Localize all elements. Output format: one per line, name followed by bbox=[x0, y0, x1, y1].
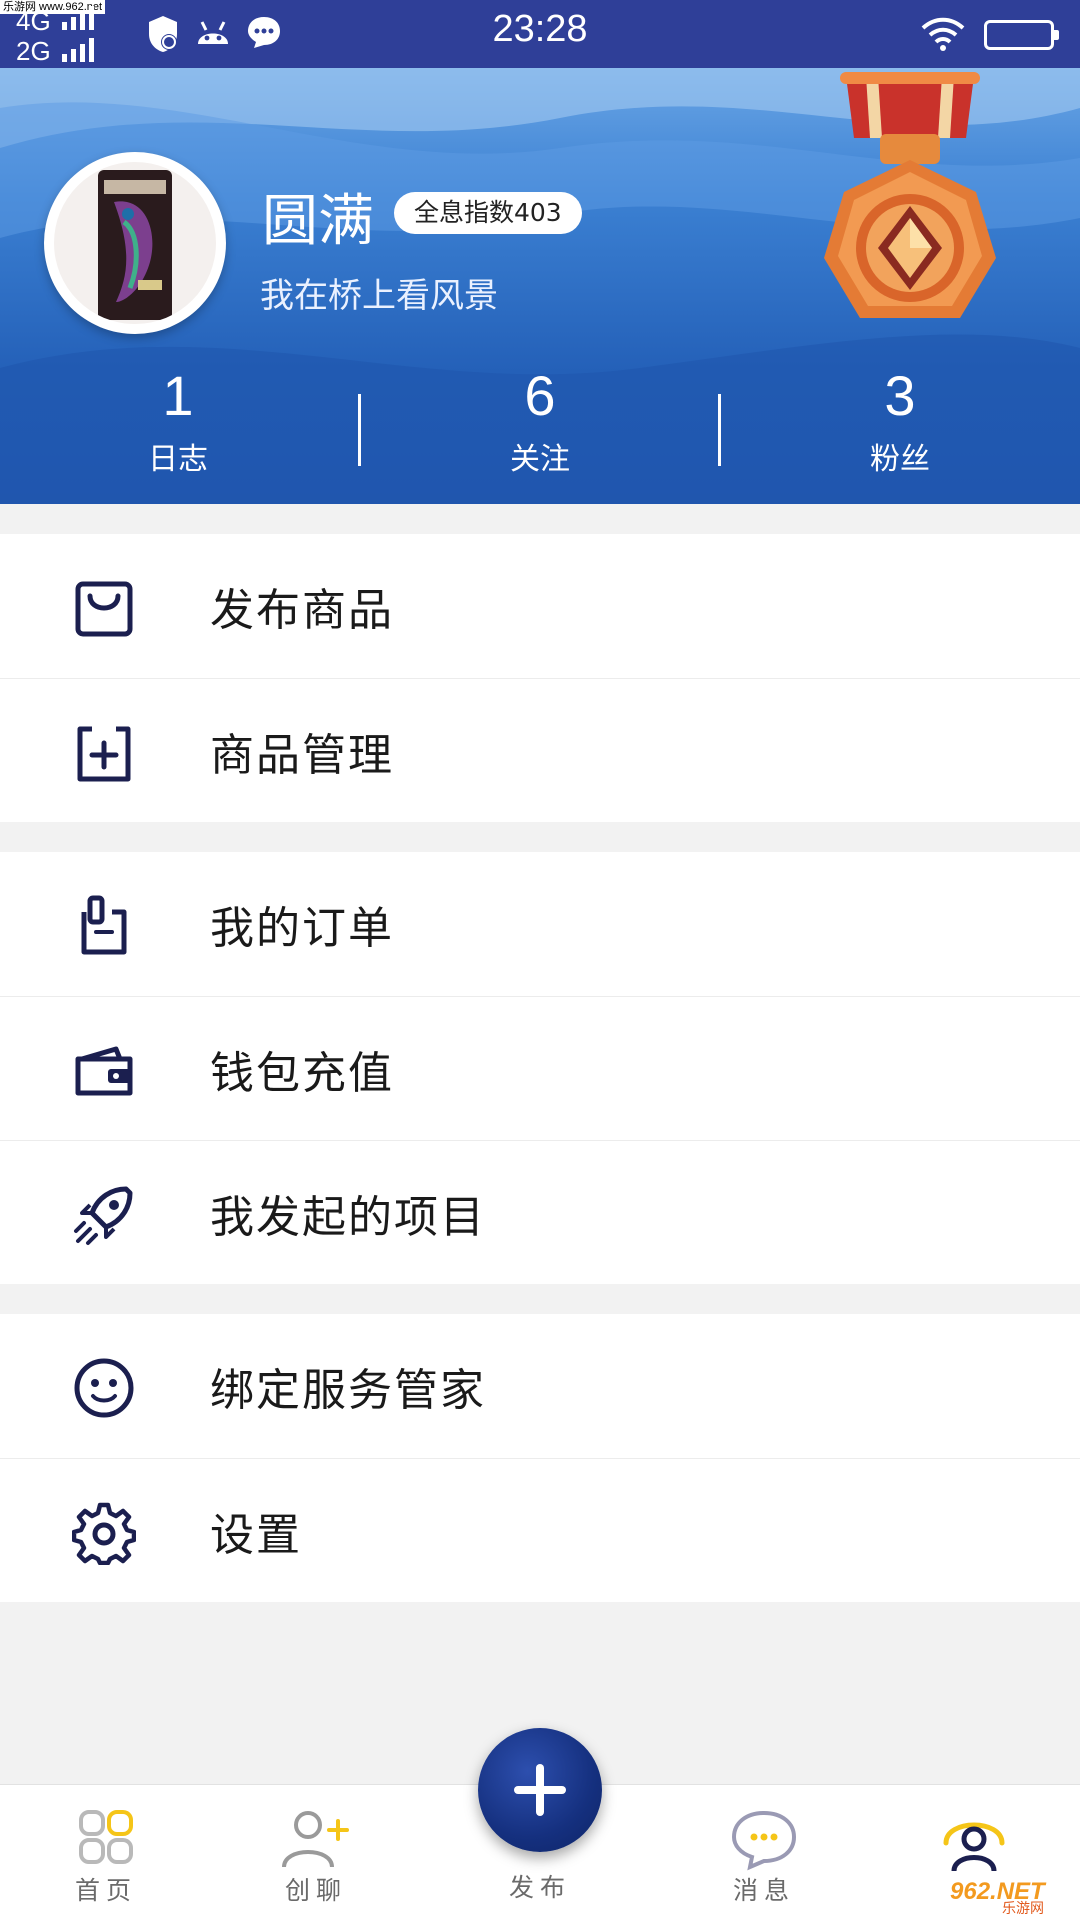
menu-label: 发布商品 bbox=[210, 585, 394, 636]
add-square-icon bbox=[77, 726, 131, 782]
stat-journal-label: 日志 bbox=[148, 442, 208, 477]
stat-journal[interactable]: 1 日志 bbox=[58, 364, 298, 478]
tab-chat[interactable]: 创聊 bbox=[236, 1785, 396, 1920]
menu-label: 我的订单 bbox=[210, 903, 394, 954]
watermark-logo-sub: 乐游网 bbox=[1002, 1900, 1044, 1916]
menu-label: 设置 bbox=[210, 1509, 302, 1561]
stat-following-value: 6 bbox=[524, 364, 556, 427]
menu-item-settings[interactable]: 设置 bbox=[0, 1458, 1080, 1602]
tab-home-label: 首页 bbox=[74, 1876, 137, 1905]
status-time: 23:28 bbox=[492, 8, 588, 50]
stat-following[interactable]: 6 关注 bbox=[420, 364, 660, 478]
watermark-logo: 962.NET 乐游网 bbox=[942, 1876, 1076, 1916]
battery-icon bbox=[984, 20, 1059, 50]
menu-item-product-management[interactable]: 商品管理 bbox=[0, 678, 1080, 822]
menu-group-service: 绑定服务管家 设置 bbox=[0, 1314, 1080, 1602]
profile-header: 圆满 全息指数403 我在桥上看风景 1 日志 6 关注 3 粉丝 bbox=[0, 68, 1080, 504]
user-bio: 我在桥上看风景 bbox=[260, 276, 498, 316]
stat-divider bbox=[358, 394, 361, 466]
stat-followers-value: 3 bbox=[884, 364, 916, 427]
avatar[interactable] bbox=[44, 152, 226, 334]
menu-label: 商品管理 bbox=[210, 729, 394, 781]
score-badge: 全息指数403 bbox=[394, 192, 582, 234]
wifi-icon bbox=[921, 17, 965, 51]
tab-chat-label: 创聊 bbox=[284, 1876, 347, 1905]
stat-journal-value: 1 bbox=[162, 364, 194, 427]
rocket-icon bbox=[74, 1186, 133, 1245]
menu-item-my-orders[interactable]: 我的订单 bbox=[0, 852, 1080, 996]
user-profile-icon bbox=[943, 1822, 1005, 1872]
tab-messages-label: 消息 bbox=[732, 1876, 795, 1905]
menu-label: 我发起的项目 bbox=[210, 1191, 486, 1243]
menu-group-account: 我的订单 钱包充值 我发起的项目 bbox=[0, 852, 1080, 1284]
medal-icon[interactable] bbox=[806, 68, 1014, 358]
grid-icon bbox=[79, 1810, 133, 1864]
clipboard-icon bbox=[81, 895, 127, 955]
gear-icon bbox=[72, 1502, 136, 1565]
menu-label: 绑定服务管家 bbox=[210, 1365, 486, 1416]
tab-home[interactable]: 首页 bbox=[26, 1785, 186, 1920]
menu-item-my-projects[interactable]: 我发起的项目 bbox=[0, 1140, 1080, 1284]
menu-label: 钱包充值 bbox=[210, 1047, 394, 1099]
menu-item-publish-product[interactable]: 发布商品 bbox=[0, 534, 1080, 678]
plus-icon bbox=[514, 1764, 566, 1816]
menu-item-bind-service-manager[interactable]: 绑定服务管家 bbox=[0, 1314, 1080, 1458]
publish-button[interactable] bbox=[478, 1728, 602, 1852]
tab-messages[interactable]: 消息 bbox=[684, 1785, 844, 1920]
wallet-icon bbox=[75, 1046, 133, 1096]
status-bar: 乐游网 www.962.net 4G 2G 23:28 bbox=[0, 0, 1080, 68]
add-user-icon bbox=[282, 1811, 349, 1868]
shopping-bag-icon bbox=[75, 581, 133, 637]
stat-following-label: 关注 bbox=[510, 442, 570, 477]
menu-item-wallet-topup[interactable]: 钱包充值 bbox=[0, 996, 1080, 1140]
stat-followers[interactable]: 3 粉丝 bbox=[780, 364, 1020, 478]
stat-divider bbox=[718, 394, 721, 466]
menu-group-products: 发布商品 商品管理 bbox=[0, 534, 1080, 822]
smiley-icon bbox=[74, 1358, 134, 1418]
message-icon bbox=[731, 1810, 797, 1871]
stat-followers-label: 粉丝 bbox=[870, 442, 930, 477]
avatar-image bbox=[54, 162, 216, 324]
publish-label: 发布 bbox=[508, 1873, 571, 1902]
user-name: 圆满 bbox=[262, 189, 374, 254]
